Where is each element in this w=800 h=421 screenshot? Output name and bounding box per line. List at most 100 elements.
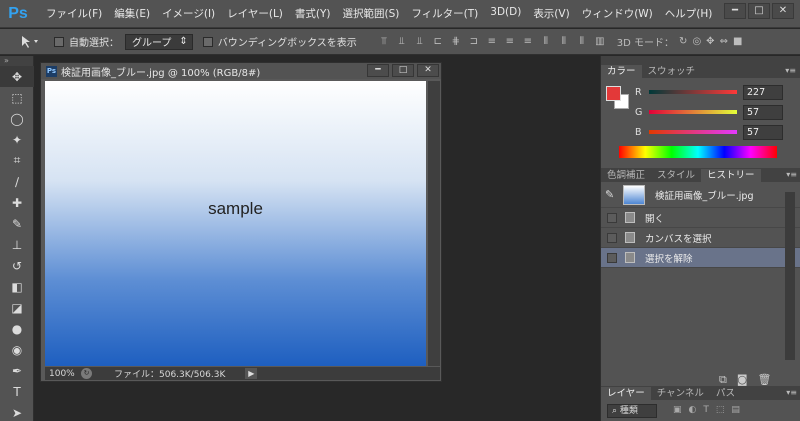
history-item-selected[interactable]: 選択を解除: [601, 248, 800, 268]
tab-channels[interactable]: チャンネル: [651, 387, 710, 400]
r-value-field[interactable]: 227: [743, 84, 783, 100]
3d-pan-icon[interactable]: ✥: [706, 36, 714, 47]
align-hcenter-icon[interactable]: ⋕: [449, 35, 463, 49]
tools-panel-collapse-icon[interactable]: »: [0, 56, 33, 66]
bounding-box-checkbox[interactable]: [202, 36, 213, 47]
r-slider[interactable]: [649, 90, 737, 94]
status-info-icon[interactable]: ↻: [81, 368, 92, 379]
paint-bucket-tool-icon[interactable]: ◪: [0, 297, 34, 318]
new-document-from-state-icon[interactable]: ⧉: [719, 373, 727, 387]
history-panel-menu-icon[interactable]: ▾≡: [786, 170, 797, 179]
tab-history[interactable]: ヒストリー: [701, 169, 761, 182]
tab-layers[interactable]: レイヤー: [601, 387, 651, 400]
type-tool-icon[interactable]: T: [0, 381, 34, 402]
history-brush-tool-icon[interactable]: ↺: [0, 255, 34, 276]
3d-rotate-icon[interactable]: ↻: [679, 36, 687, 47]
distribute-top-icon[interactable]: ≡: [485, 35, 499, 49]
move-tool-icon[interactable]: ✥: [0, 66, 34, 87]
marquee-tool-icon[interactable]: ⬚: [0, 87, 34, 108]
align-bottom-icon[interactable]: ⫫: [413, 35, 427, 49]
align-top-icon[interactable]: ⫪: [377, 35, 391, 49]
menu-help[interactable]: ヘルプ(H): [659, 6, 719, 21]
close-button[interactable]: ✕: [772, 3, 794, 19]
document-close-button[interactable]: ✕: [417, 64, 439, 77]
menu-filter[interactable]: フィルター(T): [405, 6, 484, 21]
eyedropper-tool-icon[interactable]: ∕: [0, 171, 34, 192]
zoom-level[interactable]: 100%: [45, 369, 77, 379]
b-slider[interactable]: [649, 130, 737, 134]
document-titlebar[interactable]: Ps 検証用画像_ブルー.jpg @ 100% (RGB/8#) ━ □ ✕: [41, 63, 441, 79]
auto-align-icon[interactable]: ▥: [593, 35, 607, 49]
menu-layer[interactable]: レイヤー(L): [221, 6, 289, 21]
align-right-icon[interactable]: ⊐: [467, 35, 481, 49]
lasso-tool-icon[interactable]: ◯: [0, 108, 34, 129]
pixel-filter-icon[interactable]: ▣: [673, 405, 682, 415]
g-value-field[interactable]: 57: [743, 104, 783, 120]
history-source-checkbox[interactable]: [607, 252, 617, 263]
crop-tool-icon[interactable]: ⌗: [0, 150, 34, 171]
menu-edit[interactable]: 編集(E): [108, 6, 156, 21]
camera-snapshot-icon[interactable]: ◙: [737, 373, 748, 387]
brush-tool-icon[interactable]: ✎: [0, 213, 34, 234]
align-vcenter-icon[interactable]: ⫫: [395, 35, 409, 49]
history-source-checkbox[interactable]: [607, 232, 617, 243]
type-filter-icon[interactable]: T: [703, 405, 709, 415]
panel-menu-icon[interactable]: ▾≡: [785, 66, 796, 75]
trash-icon[interactable]: 🗑: [758, 373, 772, 387]
color-spectrum-bar[interactable]: [619, 146, 777, 158]
history-snapshot-row[interactable]: ✎ 検証用画像_ブルー.jpg: [601, 182, 800, 208]
b-value-field[interactable]: 57: [743, 124, 783, 140]
layers-panel-menu-icon[interactable]: ▾≡: [786, 388, 797, 397]
history-item[interactable]: カンバスを選択: [601, 228, 800, 248]
distribute-hcenter-icon[interactable]: ⦀: [557, 35, 571, 49]
document-scrollbar[interactable]: [428, 81, 440, 366]
menu-window[interactable]: ウィンドウ(W): [576, 6, 659, 21]
tab-paths[interactable]: パス: [710, 387, 741, 400]
foreground-color-swatch[interactable]: [606, 86, 621, 101]
status-menu-arrow-icon[interactable]: ▶: [245, 368, 258, 379]
menu-3d[interactable]: 3D(D): [484, 6, 527, 21]
distribute-bottom-icon[interactable]: ≡: [521, 35, 535, 49]
tab-swatches[interactable]: スウォッチ: [642, 65, 702, 78]
history-item[interactable]: 開く: [601, 208, 800, 228]
document-minimize-button[interactable]: ━: [367, 64, 389, 77]
dodge-tool-icon[interactable]: ◉: [0, 339, 34, 360]
3d-scale-icon[interactable]: ■: [733, 36, 742, 47]
history-scrollbar[interactable]: [785, 192, 795, 360]
3d-roll-icon[interactable]: ◎: [692, 36, 701, 47]
stamp-tool-icon[interactable]: ⊥: [0, 234, 34, 255]
document-maximize-button[interactable]: □: [392, 64, 414, 77]
history-brush-source-icon[interactable]: ✎: [605, 188, 619, 201]
shape-filter-icon[interactable]: ⬚: [716, 405, 725, 415]
distribute-vcenter-icon[interactable]: ≡: [503, 35, 517, 49]
history-source-checkbox[interactable]: [607, 212, 617, 223]
document-canvas[interactable]: sample: [45, 81, 426, 366]
align-left-icon[interactable]: ⊏: [431, 35, 445, 49]
g-slider[interactable]: [649, 110, 737, 114]
path-select-tool-icon[interactable]: ➤: [0, 402, 34, 421]
tab-color[interactable]: カラー: [601, 65, 642, 78]
3d-slide-icon[interactable]: ⇔: [720, 36, 728, 47]
magic-wand-tool-icon[interactable]: ✦: [0, 129, 34, 150]
layer-filter-dropdown[interactable]: ⌕ 種類: [607, 404, 657, 418]
healing-brush-tool-icon[interactable]: ✚: [0, 192, 34, 213]
menu-image[interactable]: イメージ(I): [156, 6, 221, 21]
eraser-tool-icon[interactable]: ◧: [0, 276, 34, 297]
distribute-right-icon[interactable]: ⦀: [575, 35, 589, 49]
menu-select[interactable]: 選択範囲(S): [337, 6, 406, 21]
smart-object-filter-icon[interactable]: ▤: [731, 405, 740, 415]
maximize-button[interactable]: □: [748, 3, 770, 19]
menu-type[interactable]: 書式(Y): [289, 6, 337, 21]
move-tool-preset-icon[interactable]: [18, 33, 44, 51]
tab-adjustments[interactable]: 色調補正: [601, 169, 651, 182]
blur-tool-icon[interactable]: ●: [0, 318, 34, 339]
auto-select-dropdown[interactable]: グループ ⇕: [125, 33, 193, 50]
adjustment-filter-icon[interactable]: ◐: [689, 405, 697, 415]
distribute-left-icon[interactable]: ⦀: [539, 35, 553, 49]
menu-view[interactable]: 表示(V): [527, 6, 575, 21]
menu-file[interactable]: ファイル(F): [40, 6, 108, 21]
minimize-button[interactable]: ━: [724, 3, 746, 19]
pen-tool-icon[interactable]: ✒: [0, 360, 34, 381]
tab-styles[interactable]: スタイル: [651, 169, 701, 182]
auto-select-checkbox[interactable]: [54, 36, 64, 47]
